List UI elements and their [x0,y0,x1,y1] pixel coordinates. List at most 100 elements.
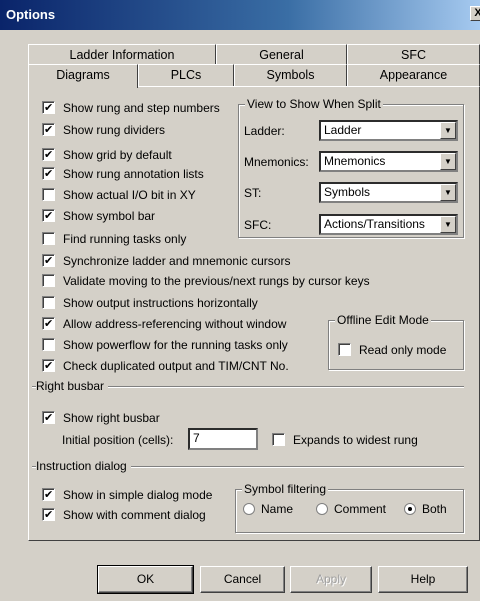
option-show-annotation-lists[interactable]: Show rung annotation lists [42,165,204,185]
sfc-view-label: SFC: [244,218,272,232]
ok-button[interactable]: OK [97,565,194,594]
symbol-filtering-title: Symbol filtering [242,482,329,496]
option-show-rung-numbers[interactable]: Show rung and step numbers [42,99,220,119]
comment-dialog-option[interactable]: Show with comment dialog [42,506,206,526]
radio-label: Both [422,502,447,516]
option-label: Show rung dividers [63,123,166,137]
dropdown-arrow-icon[interactable]: ▼ [440,184,456,201]
option-find-running-tasks[interactable]: Find running tasks only [42,230,186,250]
select-value: Actions/Transitions [324,217,425,231]
tab-appearance[interactable]: Appearance [347,64,480,86]
ladder-view-select[interactable]: Ladder ▼ [319,120,458,141]
radio[interactable] [316,503,328,515]
close-button[interactable]: X [470,6,480,21]
initial-position-label: Initial position (cells): [62,433,174,447]
apply-button[interactable]: Apply [290,566,372,593]
option-label: Show rung annotation lists [63,167,204,181]
simple-dialog-mode-option[interactable]: Show in simple dialog mode [42,486,212,506]
dropdown-arrow-icon[interactable]: ▼ [440,122,456,139]
checkbox[interactable] [42,121,55,139]
option-label: Show symbol bar [63,209,156,223]
window-title: Options [6,7,56,22]
option-show-rung-dividers[interactable]: Show rung dividers [42,121,165,141]
tab-sfc[interactable]: SFC [347,44,480,66]
filter-name-option[interactable]: Name [243,500,293,520]
tab-general[interactable]: General [216,44,347,66]
checkbox[interactable] [42,146,55,164]
checkbox[interactable] [272,433,285,446]
tab-symbols[interactable]: Symbols [234,64,347,86]
radio-label: Comment [334,502,387,516]
option-label: Validate moving to the previous/next run… [63,274,370,288]
option-validate-moving[interactable]: Validate moving to the previous/next run… [42,272,370,292]
option-output-horizontal[interactable]: Show output instructions horizontally [42,294,258,314]
select-value: Ladder [324,123,362,137]
radio-label: Name [261,502,294,516]
option-label: Allow address-referencing without window [63,317,287,331]
tab-diagrams[interactable]: Diagrams [28,64,138,88]
option-label: Find running tasks only [63,232,187,246]
read-only-mode-option[interactable]: Read only mode [338,341,446,361]
checkbox[interactable] [42,315,55,333]
option-check-duplicated[interactable]: Check duplicated output and TIM/CNT No. [42,357,289,377]
option-label: Synchronize ladder and mnemonic cursors [63,254,291,268]
st-view-select[interactable]: Symbols ▼ [319,182,458,203]
option-label: Check duplicated output and TIM/CNT No. [63,359,289,373]
checkbox[interactable] [42,274,55,287]
option-show-grid[interactable]: Show grid by default [42,146,172,166]
select-value: Symbols [324,185,371,199]
checkbox[interactable] [42,165,55,183]
filter-both-option[interactable]: Both [404,500,447,520]
sfc-view-select[interactable]: Actions/Transitions ▼ [319,214,458,235]
checkbox[interactable] [42,338,55,351]
checkbox[interactable] [42,252,55,270]
checkbox[interactable] [42,232,55,245]
checkbox[interactable] [42,506,55,524]
expands-widest-rung-option[interactable]: Expands to widest rung [272,431,418,451]
show-right-busbar-option[interactable]: Show right busbar [42,409,160,429]
initial-position-input[interactable]: 7 [188,428,258,450]
help-button[interactable]: Help [378,566,468,593]
option-show-symbol-bar[interactable]: Show symbol bar [42,207,155,227]
option-show-io-bit[interactable]: Show actual I/O bit in XY [42,186,196,206]
option-label: Show output instructions horizontally [63,296,258,310]
checkbox[interactable] [42,188,55,201]
option-powerflow[interactable]: Show powerflow for the running tasks onl… [42,336,288,356]
option-address-referencing[interactable]: Allow address-referencing without window [42,315,286,335]
filter-comment-option[interactable]: Comment [316,500,386,520]
mnemonics-view-select[interactable]: Mnemonics ▼ [319,151,458,172]
tab-plcs[interactable]: PLCs [138,64,234,86]
checkbox[interactable] [42,99,55,117]
checkbox[interactable] [42,207,55,225]
option-label: Expands to widest rung [293,433,418,447]
cancel-button[interactable]: Cancel [200,566,285,593]
options-dialog: Options X Ladder Information General SFC… [0,0,480,601]
ladder-view-label: Ladder: [244,124,285,138]
tab-ladder-information[interactable]: Ladder Information [28,44,216,66]
option-label: Show in simple dialog mode [63,488,213,502]
option-label: Show right busbar [63,411,160,425]
instruction-dialog-label: Instruction dialog [36,459,131,473]
select-value: Mnemonics [324,154,386,168]
right-busbar-label: Right busbar [36,379,109,393]
dropdown-arrow-icon[interactable]: ▼ [440,153,456,170]
option-label: Show powerflow for the running tasks onl… [63,338,288,352]
title-bar: Options X [0,0,480,30]
checkbox[interactable] [42,486,55,504]
mnemonics-view-label: Mnemonics: [244,155,309,169]
radio[interactable] [243,503,255,515]
option-label: Read only mode [359,343,447,357]
radio[interactable] [404,503,416,515]
checkbox[interactable] [338,343,351,356]
offline-edit-title: Offline Edit Mode [335,313,431,327]
checkbox[interactable] [42,296,55,309]
st-view-label: ST: [244,186,262,200]
option-label: Show with comment dialog [63,508,206,522]
checkbox[interactable] [42,409,55,427]
option-sync-cursors[interactable]: Synchronize ladder and mnemonic cursors [42,252,290,272]
option-label: Show rung and step numbers [63,101,220,115]
checkbox[interactable] [42,357,55,375]
option-label: Show grid by default [63,148,172,162]
dropdown-arrow-icon[interactable]: ▼ [440,216,456,233]
tab-row-front: Diagrams PLCs Symbols Appearance [28,64,480,88]
